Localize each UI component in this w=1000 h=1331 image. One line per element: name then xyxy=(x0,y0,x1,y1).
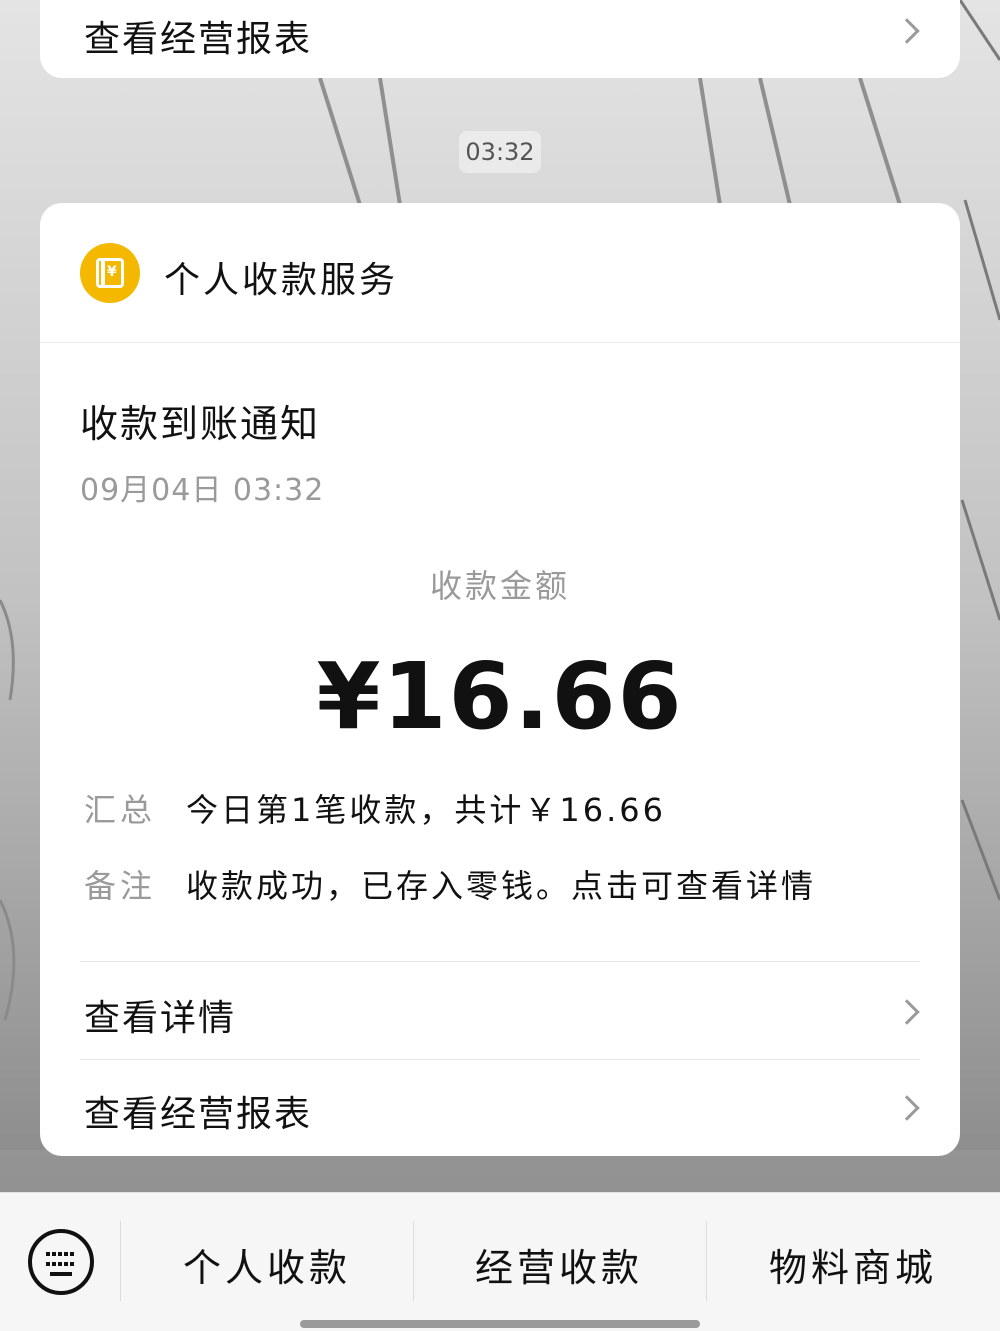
view-details-link[interactable]: 查看详情 xyxy=(84,989,236,1041)
message-timestamp: 03:32 xyxy=(459,131,541,173)
menu-business-payment[interactable]: 经营收款 xyxy=(414,1237,704,1292)
menu-separator xyxy=(120,1221,121,1301)
menu-materials-store[interactable]: 物料商城 xyxy=(708,1237,998,1292)
notice-title: 收款到账通知 xyxy=(80,402,321,446)
summary-value: 今日第1笔收款，共计￥16.66 xyxy=(186,791,666,829)
notice-date: 09月04日 03:32 xyxy=(80,473,325,508)
view-report-link[interactable]: 查看经营报表 xyxy=(84,1085,312,1137)
service-name: 个人收款服务 xyxy=(164,260,399,301)
menu-personal-payment[interactable]: 个人收款 xyxy=(122,1237,412,1292)
remark-key: 备注 xyxy=(84,867,157,905)
keyboard-icon[interactable] xyxy=(28,1229,94,1295)
service-header[interactable]: ¥ 个人收款服务 xyxy=(40,203,960,343)
view-report-link[interactable]: 查看经营报表 xyxy=(84,10,312,62)
summary-row: 汇总 今日第1笔收款，共计￥16.66 xyxy=(84,785,666,831)
home-indicator xyxy=(300,1320,700,1328)
divider xyxy=(80,1059,920,1060)
summary-key: 汇总 xyxy=(84,791,157,829)
menu-separator xyxy=(706,1221,707,1301)
chevron-right-icon xyxy=(894,18,920,44)
bottom-menu-bar: 个人收款 经营收款 物料商城 xyxy=(0,1192,1000,1331)
amount-label: 收款金额 xyxy=(429,567,570,605)
wallet-yen-icon: ¥ xyxy=(80,243,140,303)
remark-value: 收款成功，已存入零钱。点击可查看详情 xyxy=(186,867,817,905)
amount-value: ¥16.66 xyxy=(316,643,684,750)
payment-notice-card[interactable]: ¥ 个人收款服务 收款到账通知 09月04日 03:32 收款金额 ¥16.66… xyxy=(40,203,960,1156)
chevron-right-icon xyxy=(894,999,920,1025)
remark-row: 备注 收款成功，已存入零钱。点击可查看详情 xyxy=(84,861,816,907)
chevron-right-icon xyxy=(894,1095,920,1121)
divider xyxy=(80,961,920,962)
previous-message-card[interactable]: 查看经营报表 xyxy=(40,0,960,78)
